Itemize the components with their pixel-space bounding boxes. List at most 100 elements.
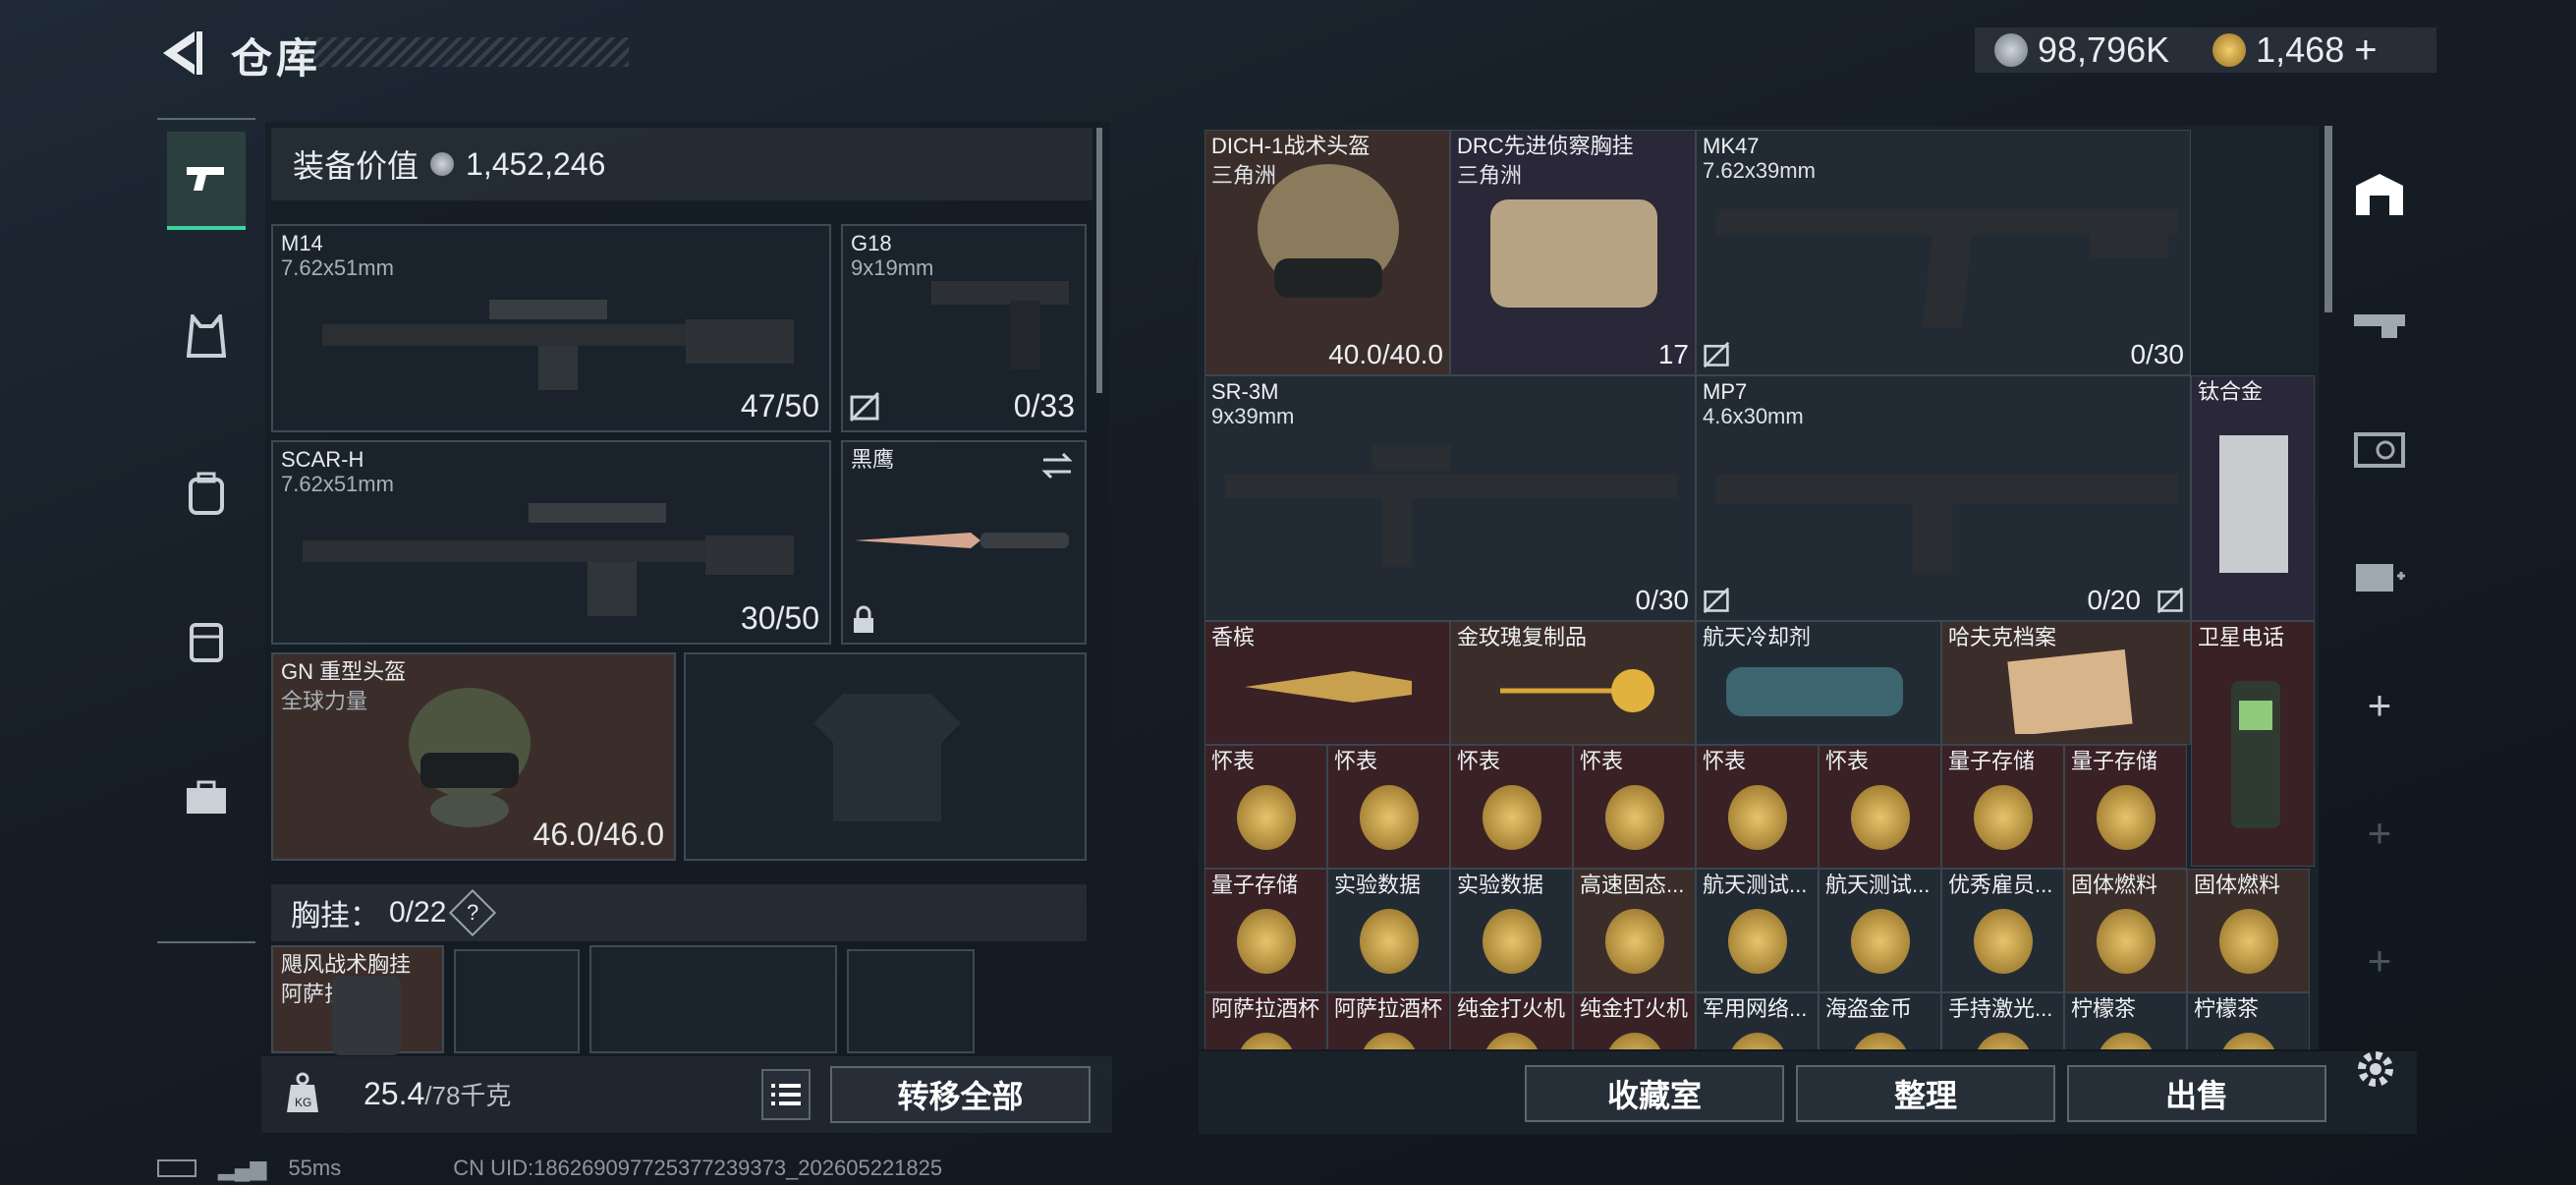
nav-toolbox[interactable] — [167, 749, 246, 847]
grid-item[interactable]: 军用网络... — [1696, 992, 1819, 1049]
grid-item[interactable]: 手持激光... — [1941, 992, 2064, 1049]
grid-item[interactable]: MK47 7.62x39mm 0/30 — [1696, 130, 2191, 375]
grid-item[interactable]: 怀表 — [1819, 745, 1941, 869]
grid-item[interactable]: 航天测试... — [1819, 869, 1941, 992]
grid-item[interactable]: 海盗金币 — [1819, 992, 1941, 1049]
grid-item[interactable]: 怀表 — [1204, 745, 1327, 869]
item-image — [1605, 1033, 1664, 1049]
armor-slot-empty[interactable] — [684, 652, 1087, 861]
item-name: 柠檬茶 — [2194, 997, 2260, 1021]
grid-item[interactable]: 金玫瑰复制品 — [1450, 621, 1696, 745]
grid-item[interactable]: 怀表 — [1573, 745, 1696, 869]
item-image — [1851, 909, 1910, 974]
nav-vest[interactable] — [167, 287, 246, 385]
ammo-count: 30/50 — [740, 600, 819, 636]
melee-weapon-slot[interactable]: 黑鹰 — [841, 440, 1087, 645]
grid-item[interactable]: 怀表 — [1450, 745, 1573, 869]
vest-image — [332, 977, 401, 1055]
grid-item[interactable]: 固体燃料 — [2187, 869, 2310, 992]
weapon-name: G18 — [851, 231, 892, 255]
chest-rig-slot[interactable] — [589, 945, 837, 1053]
item-name: 阿萨拉酒杯 — [1334, 997, 1443, 1021]
primary-weapon-slot[interactable]: M14 7.62x51mm 47/50 — [271, 224, 831, 432]
grid-item[interactable]: 固体燃料 — [2064, 869, 2187, 992]
tab-vault[interactable] — [2340, 401, 2419, 499]
grid-item[interactable]: 纯金打火机 — [1450, 992, 1573, 1049]
loadout-scrollbar[interactable] — [1096, 128, 1102, 393]
grid-item[interactable]: 量子存储 — [2064, 745, 2187, 869]
grid-item[interactable]: 卫星电话 — [2191, 621, 2315, 867]
storage-grid[interactable]: DICH-1战术头盔 三角洲 40.0/40.0 DRC先进侦察胸挂 三角洲 1… — [1199, 126, 2319, 1049]
grid-item[interactable]: DICH-1战术头盔 三角洲 40.0/40.0 — [1204, 130, 1450, 375]
gear-icon[interactable] — [2352, 1045, 2399, 1093]
grid-item[interactable]: 柠檬茶 — [2064, 992, 2187, 1049]
grid-item[interactable]: 哈夫克档案 — [1941, 621, 2191, 745]
add-tab-button[interactable]: + — [2340, 656, 2419, 755]
grid-item[interactable]: 纯金打火机 — [1573, 992, 1696, 1049]
item-name: 海盗金币 — [1825, 997, 1913, 1021]
backpack-icon — [189, 472, 224, 515]
item-name: MK47 — [1703, 135, 1760, 158]
knife-image — [855, 533, 1069, 548]
nav-weapons[interactable] — [167, 132, 246, 230]
grid-item[interactable]: DRC先进侦察胸挂 三角洲 17 — [1450, 130, 1696, 375]
primary-weapon-slot-2[interactable]: SCAR-H 7.62x51mm 30/50 — [271, 440, 831, 645]
organize-button[interactable]: 整理 — [1796, 1065, 2055, 1122]
grid-item[interactable]: 量子存储 — [1204, 869, 1327, 992]
grid-item[interactable]: 高速固态... — [1573, 869, 1696, 992]
uid: CN UID:186269097725377239373_20260522182… — [453, 1156, 943, 1180]
gold-rose-image — [1500, 669, 1654, 712]
collection-room-button[interactable]: 收藏室 — [1525, 1065, 1784, 1122]
item-count: 0/20 — [2087, 585, 2142, 615]
chest-rig-slot[interactable] — [454, 949, 580, 1053]
transfer-all-button[interactable]: 转移全部 — [830, 1066, 1091, 1123]
item-name: 怀表 — [1457, 750, 1501, 773]
grid-item[interactable]: 怀表 — [1327, 745, 1450, 869]
grid-item[interactable]: 实验数据 — [1327, 869, 1450, 992]
grid-item[interactable]: 量子存储 — [1941, 745, 2064, 869]
coolant-image — [1726, 667, 1903, 716]
item-name: 固体燃料 — [2194, 874, 2281, 897]
chest-rig-item[interactable]: 飓风战术胸挂 阿萨拉 — [271, 945, 444, 1055]
item-image — [1974, 785, 2033, 850]
secondary-weapon-slot[interactable]: G18 9x19mm 0/33 — [841, 224, 1087, 432]
tab-storage[interactable] — [2340, 145, 2419, 244]
back-arrow-icon[interactable] — [155, 28, 204, 79]
add-currency-button[interactable]: + — [2354, 28, 2377, 73]
help-icon[interactable]: ? — [449, 888, 497, 937]
item-name: 香槟 — [1211, 626, 1256, 649]
carry-weight: 25.4/78千克 — [364, 1076, 511, 1112]
grid-item[interactable]: MP7 4.6x30mm 0/20 — [1696, 375, 2191, 621]
chest-rig-slot[interactable] — [847, 949, 975, 1053]
item-image — [1851, 1033, 1910, 1049]
storage-icon — [2356, 174, 2403, 215]
grid-item[interactable]: SR-3M 9x39mm 0/30 — [1204, 375, 1696, 621]
item-name: 怀表 — [1334, 750, 1378, 773]
storage-scrollbar[interactable] — [2324, 126, 2332, 312]
list-view-button[interactable] — [761, 1069, 811, 1120]
grid-item[interactable]: 怀表 — [1696, 745, 1819, 869]
weapon-caliber: 9x19mm — [851, 255, 934, 280]
grid-item[interactable]: 阿萨拉酒杯 — [1327, 992, 1450, 1049]
grid-item[interactable]: 柠檬茶 — [2187, 992, 2310, 1049]
grid-item[interactable]: 航天冷却剂 — [1696, 621, 1941, 745]
item-name: DRC先进侦察胸挂 — [1457, 135, 1634, 158]
swap-icon[interactable] — [1039, 450, 1075, 481]
item-name: 量子存储 — [1211, 874, 1299, 897]
nav-pouch[interactable] — [167, 592, 246, 690]
item-image — [2219, 1033, 2278, 1049]
grid-item[interactable]: 香槟 — [1204, 621, 1450, 745]
grid-item[interactable]: 实验数据 — [1450, 869, 1573, 992]
grid-item[interactable]: 阿萨拉酒杯 — [1204, 992, 1327, 1049]
grid-item[interactable]: 优秀雇员... — [1941, 869, 2064, 992]
grid-item[interactable]: 钛合金 — [2191, 375, 2315, 621]
item-image — [1483, 1033, 1541, 1049]
nav-backpack[interactable] — [167, 444, 246, 542]
tab-weapon-rack[interactable] — [2340, 273, 2419, 371]
helmet-image — [409, 688, 531, 827]
helmet-slot[interactable]: GN 重型头盔 全球力量 46.0/46.0 — [271, 652, 676, 861]
item-image — [1483, 785, 1541, 850]
grid-item[interactable]: 航天测试... — [1696, 869, 1819, 992]
tab-medical[interactable] — [2340, 529, 2419, 627]
sell-button[interactable]: 出售 — [2067, 1065, 2326, 1122]
